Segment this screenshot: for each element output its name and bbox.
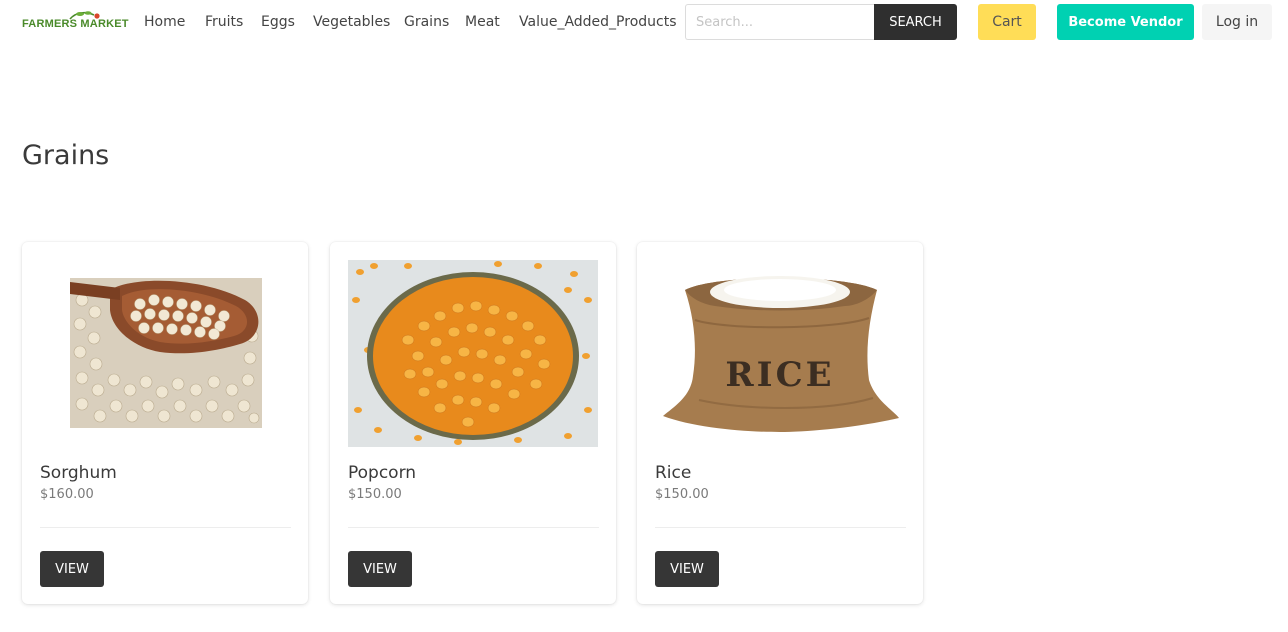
nav-link-home[interactable]: Home bbox=[144, 14, 185, 30]
sorghum-image[interactable] bbox=[40, 260, 290, 447]
rice-bag-label: RICE bbox=[725, 355, 834, 395]
view-button[interactable]: VIEW bbox=[655, 551, 719, 587]
become-vendor-button[interactable]: Become Vendor bbox=[1057, 4, 1194, 40]
login-button[interactable]: Log in bbox=[1202, 4, 1272, 40]
view-button[interactable]: VIEW bbox=[40, 551, 104, 587]
brand-name: FARMERS MARKET bbox=[22, 18, 129, 30]
nav-link-grains[interactable]: Grains bbox=[404, 14, 449, 30]
view-button[interactable]: VIEW bbox=[348, 551, 412, 587]
product-card-sorghum: Sorghum $160.00 VIEW bbox=[22, 242, 308, 604]
search-button[interactable]: SEARCH bbox=[874, 4, 957, 40]
product-price: $150.00 bbox=[348, 487, 402, 502]
product-name[interactable]: Rice bbox=[655, 463, 691, 483]
nav-link-value-added-products[interactable]: Value_Added_Products bbox=[519, 14, 677, 30]
nav-link-meat[interactable]: Meat bbox=[465, 14, 500, 30]
product-price: $160.00 bbox=[40, 487, 94, 502]
search-input[interactable] bbox=[685, 4, 875, 40]
cart-button[interactable]: Cart bbox=[978, 4, 1036, 40]
product-name[interactable]: Sorghum bbox=[40, 463, 117, 483]
card-divider bbox=[40, 527, 291, 528]
popcorn-image[interactable] bbox=[348, 260, 598, 447]
card-divider bbox=[348, 527, 599, 528]
top-navbar: FARMERS MARKET Home Fruits Eggs Vegetabl… bbox=[0, 0, 1288, 44]
nav-link-eggs[interactable]: Eggs bbox=[261, 14, 295, 30]
product-card-popcorn: Popcorn $150.00 VIEW bbox=[330, 242, 616, 604]
rice-image[interactable]: RICE bbox=[655, 260, 905, 447]
card-divider bbox=[655, 527, 906, 528]
product-name[interactable]: Popcorn bbox=[348, 463, 416, 483]
product-card-rice: RICE Rice $150.00 VIEW bbox=[637, 242, 923, 604]
brand-logo[interactable]: FARMERS MARKET bbox=[22, 10, 129, 34]
product-price: $150.00 bbox=[655, 487, 709, 502]
nav-link-fruits[interactable]: Fruits bbox=[205, 14, 243, 30]
nav-link-vegetables[interactable]: Vegetables bbox=[313, 14, 390, 30]
page-title: Grains bbox=[22, 140, 110, 171]
